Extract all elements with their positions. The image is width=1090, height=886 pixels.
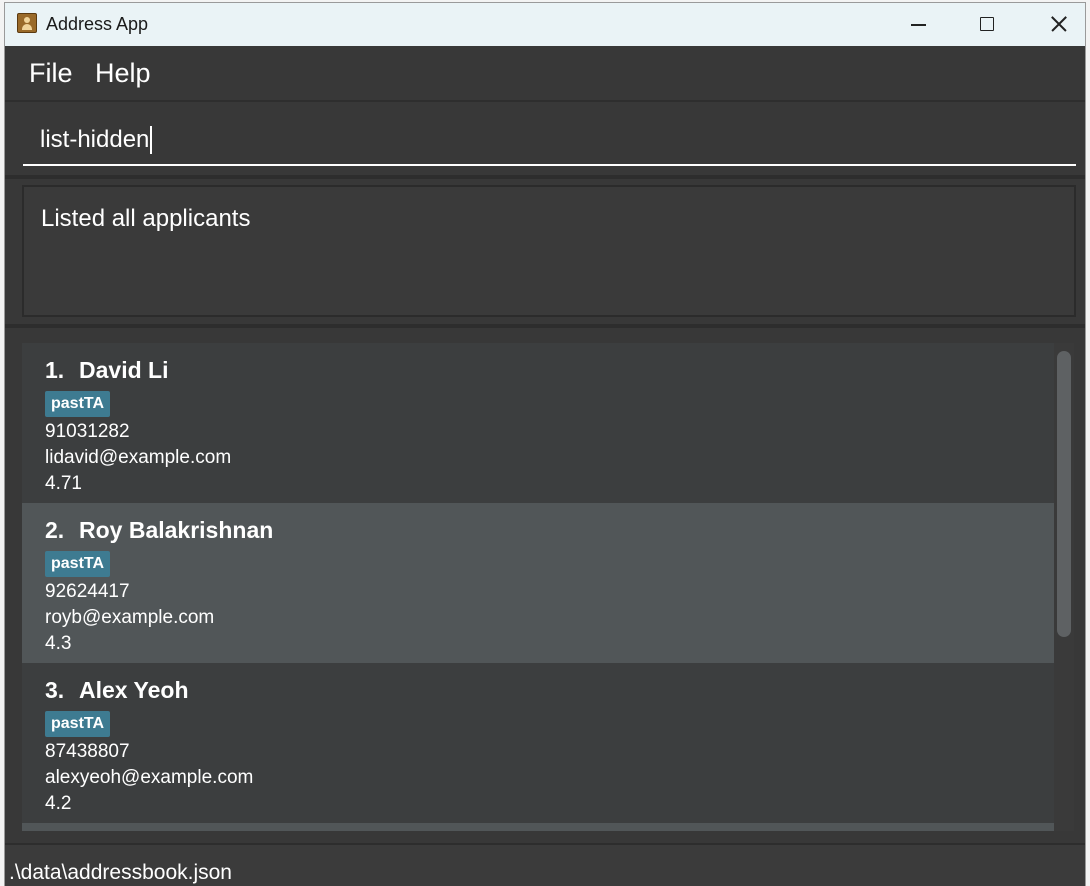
applicant-name: Roy Balakrishnan: [79, 517, 274, 543]
command-input[interactable]: list-hidden: [40, 126, 152, 154]
maximize-button[interactable]: [952, 3, 1022, 46]
applicant-phone: 91031282: [45, 421, 130, 442]
applicant-name: Alex Yeoh: [79, 677, 189, 703]
applicant-email: alexyeoh@example.com: [45, 767, 254, 788]
result-message: Listed all applicants: [41, 205, 251, 232]
menu-bar: File Help: [5, 46, 1085, 102]
close-button[interactable]: [1022, 3, 1085, 46]
applicant-name-line: 1. David Li: [45, 357, 168, 383]
data-file-path: .\data\addressbook.json: [9, 861, 232, 884]
applicant-card[interactable]: 1. David Li pastTA 91031282 lidavid@examp…: [22, 343, 1054, 503]
app-window: Address App File Help list-hidden Listed…: [4, 2, 1086, 886]
applicant-name-line: 3. Alex Yeoh: [45, 677, 189, 703]
applicant-gpa: 4.3: [45, 633, 72, 654]
window-title: Address App: [46, 14, 149, 34]
applicant-name: David Li: [79, 357, 169, 383]
command-text: list-hidden: [40, 126, 150, 153]
applicant-gpa: 4.71: [45, 473, 82, 494]
applicant-index: 2.: [45, 517, 65, 543]
scrollbar-thumb[interactable]: [1057, 351, 1071, 637]
tag-badge: pastTA: [45, 391, 111, 417]
divider: [5, 175, 1085, 179]
title-bar[interactable]: Address App: [5, 3, 1085, 46]
tag-badge: pastTA: [45, 551, 111, 577]
applicant-name-line: 2. Roy Balakrishnan: [45, 517, 273, 543]
divider: [5, 324, 1085, 328]
tag-badge: pastTA: [45, 711, 111, 737]
applicant-index: 1.: [45, 357, 65, 383]
address-book-icon: [17, 13, 37, 33]
command-input-box[interactable]: list-hidden: [23, 106, 1076, 166]
applicant-email: royb@example.com: [45, 607, 215, 628]
applicant-email: lidavid@example.com: [45, 447, 232, 468]
applicant-card-selected[interactable]: 2. Roy Balakrishnan pastTA 92624417 royb@…: [22, 503, 1054, 663]
menu-help[interactable]: Help: [95, 58, 151, 88]
next-card-peek: [22, 823, 1054, 831]
applicant-phone: 87438807: [45, 741, 130, 762]
result-display: Listed all applicants: [22, 185, 1076, 317]
applicant-list[interactable]: 1. David Li pastTA 91031282 lidavid@examp…: [22, 343, 1054, 831]
applicant-phone: 92624417: [45, 581, 130, 602]
minimize-button[interactable]: [882, 3, 952, 46]
applicant-gpa: 4.2: [45, 793, 72, 814]
text-caret: [150, 126, 152, 154]
status-bar: .\data\addressbook.json: [5, 843, 1085, 886]
applicant-card[interactable]: 3. Alex Yeoh pastTA 87438807 alexyeoh@exa…: [22, 663, 1054, 823]
applicant-index: 3.: [45, 677, 65, 703]
menu-file[interactable]: File: [29, 58, 73, 88]
